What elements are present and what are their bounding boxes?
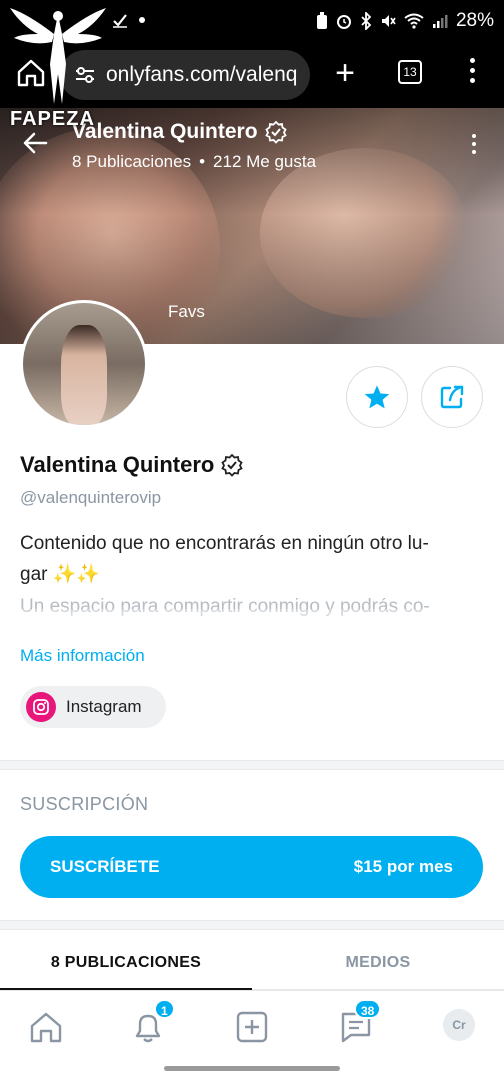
new-tab-button[interactable]: + bbox=[330, 56, 360, 92]
avatar[interactable] bbox=[20, 300, 148, 428]
nav-create-post[interactable] bbox=[232, 1007, 272, 1047]
mute-icon bbox=[381, 15, 396, 27]
profile-handle: @valenquinterovip bbox=[20, 488, 162, 507]
browser-menu-icon[interactable] bbox=[468, 58, 476, 88]
check-icon bbox=[113, 14, 127, 28]
home-indicator[interactable] bbox=[164, 1066, 340, 1071]
favs-label: Favs bbox=[168, 302, 205, 321]
home-icon bbox=[30, 1012, 62, 1043]
tab-media[interactable]: MEDIOS bbox=[252, 934, 504, 990]
battery-saver-icon bbox=[316, 12, 327, 29]
subscribe-price: $15 por mes bbox=[353, 857, 453, 876]
nav-messages[interactable]: 38 bbox=[336, 999, 382, 1047]
battery-percentage: 28% bbox=[455, 10, 494, 31]
star-icon bbox=[364, 385, 390, 409]
add-post-icon bbox=[236, 1011, 268, 1043]
bio-line-3: Un espacio para compartir conmigo y podr… bbox=[20, 596, 430, 617]
favorite-button[interactable] bbox=[346, 366, 408, 428]
winged-figure-icon bbox=[10, 8, 106, 104]
bio-truncated: Un espacio para compartir conmigo y podr… bbox=[20, 591, 490, 637]
more-info-link[interactable]: Más información bbox=[20, 646, 145, 666]
likes-count: 212 Me gusta bbox=[213, 152, 317, 171]
notifications-badge: 1 bbox=[154, 999, 175, 1019]
section-divider bbox=[0, 760, 504, 770]
bio-line-2: gar ✨✨ bbox=[20, 564, 101, 585]
verified-icon bbox=[221, 453, 244, 477]
instagram-link[interactable]: Instagram bbox=[20, 686, 166, 728]
posts-count: 8 Publicaciones bbox=[72, 152, 192, 171]
profile-bio: Contenido que no encontrarás en ningún o… bbox=[20, 528, 490, 590]
nav-home[interactable] bbox=[26, 1007, 66, 1047]
signal-icon bbox=[432, 15, 448, 28]
nav-user-avatar[interactable]: Cr bbox=[443, 1009, 475, 1041]
status-left-icons bbox=[112, 12, 146, 28]
messages-badge: 38 bbox=[354, 999, 382, 1019]
profile-name: Valentina Quintero bbox=[20, 452, 244, 478]
profile-menu-icon[interactable] bbox=[472, 134, 478, 158]
status-right-icons: 28% bbox=[316, 10, 494, 32]
tab-switcher-button[interactable]: 13 bbox=[398, 60, 422, 84]
url-text[interactable]: onlyfans.com/valenq bbox=[106, 63, 297, 87]
alarm-icon bbox=[336, 15, 351, 29]
cover-stats: 8 Publicaciones • 212 Me gusta bbox=[72, 152, 317, 171]
watermark-logo: FAPEZA bbox=[8, 4, 108, 138]
bottom-nav: 1 38 Cr bbox=[0, 990, 504, 1060]
section-divider bbox=[0, 920, 504, 930]
share-button[interactable] bbox=[421, 366, 483, 428]
share-icon bbox=[440, 385, 464, 409]
tab-posts[interactable]: 8 PUBLICACIONES bbox=[0, 934, 252, 990]
subscribe-button[interactable]: SUSCRÍBETE $15 por mes bbox=[20, 836, 483, 898]
dot-icon bbox=[139, 17, 145, 23]
verified-icon bbox=[264, 120, 287, 144]
nav-notifications[interactable]: 1 bbox=[128, 999, 175, 1047]
content-tabs: 8 PUBLICACIONES MEDIOS bbox=[0, 934, 504, 990]
watermark-text: FAPEZA bbox=[10, 108, 95, 130]
subscription-title: SUSCRIPCIÓN bbox=[20, 794, 149, 814]
profile-name-text: Valentina Quintero bbox=[20, 452, 215, 477]
wifi-icon bbox=[404, 13, 424, 29]
instagram-label: Instagram bbox=[66, 697, 142, 716]
bio-line-1: Contenido que no encontrarás en ningún o… bbox=[20, 533, 429, 554]
instagram-icon bbox=[26, 692, 56, 722]
subscribe-label: SUSCRÍBETE bbox=[50, 857, 160, 876]
bluetooth-icon bbox=[361, 12, 372, 30]
